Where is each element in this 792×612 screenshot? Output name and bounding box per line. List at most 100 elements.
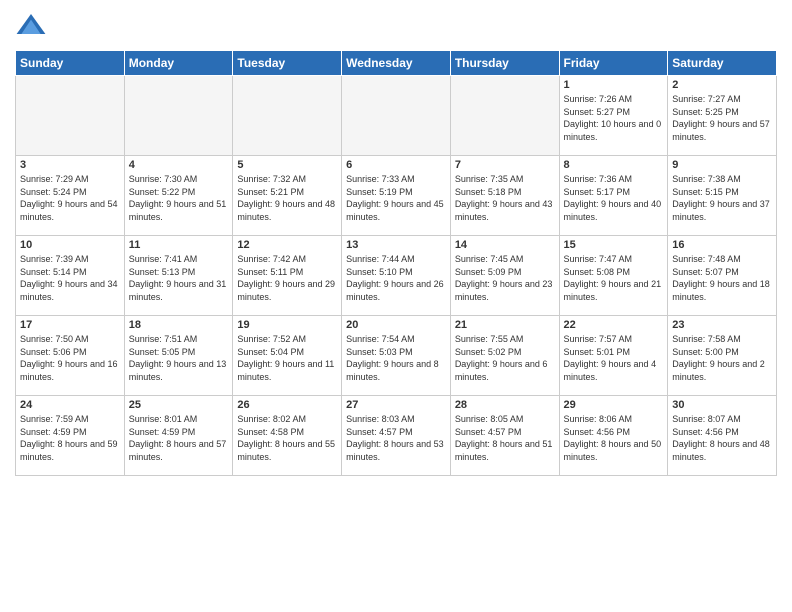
calendar-day-cell: 20 Sunrise: 7:54 AMSunset: 5:03 PMDayligh… [342, 316, 451, 396]
day-number: 27 [346, 399, 446, 411]
calendar-day-cell: 2Sunrise: 7:27 AMSunset: 5:25 PMDaylight… [668, 76, 777, 156]
calendar-day-cell: 14 Sunrise: 7:45 AMSunset: 5:09 PMDayligh… [450, 236, 559, 316]
day-info: Sunrise: 7:26 AMSunset: 5:27 PMDaylight:… [564, 93, 664, 143]
day-info: Sunrise: 7:33 AMSunset: 5:19 PMDaylight:… [346, 173, 446, 223]
day-number: 19 [237, 319, 337, 331]
logo-icon [15, 10, 47, 42]
day-info: Sunrise: 7:42 AMSunset: 5:11 PMDaylight:… [237, 253, 337, 303]
calendar-week-row: 17 Sunrise: 7:50 AMSunset: 5:06 PMDayligh… [16, 316, 777, 396]
weekday-header: Thursday [450, 51, 559, 76]
calendar-day-cell: 30 Sunrise: 8:07 AMSunset: 4:56 PMDayligh… [668, 396, 777, 476]
day-number: 10 [20, 239, 120, 251]
day-number: 24 [20, 399, 120, 411]
weekday-header: Monday [124, 51, 233, 76]
calendar-day-cell: 6 Sunrise: 7:33 AMSunset: 5:19 PMDaylight… [342, 156, 451, 236]
day-number: 17 [20, 319, 120, 331]
weekday-header: Friday [559, 51, 668, 76]
day-info: Sunrise: 8:07 AMSunset: 4:56 PMDaylight:… [672, 413, 772, 463]
day-info: Sunrise: 8:05 AMSunset: 4:57 PMDaylight:… [455, 413, 555, 463]
day-info: Sunrise: 7:35 AMSunset: 5:18 PMDaylight:… [455, 173, 555, 223]
weekday-header: Sunday [16, 51, 125, 76]
calendar-day-cell: 22Sunrise: 7:57 AMSunset: 5:01 PMDayligh… [559, 316, 668, 396]
day-number: 28 [455, 399, 555, 411]
day-info: Sunrise: 7:51 AMSunset: 5:05 PMDaylight:… [129, 333, 229, 383]
calendar-day-cell: 29 Sunrise: 8:06 AMSunset: 4:56 PMDayligh… [559, 396, 668, 476]
day-info: Sunrise: 7:48 AMSunset: 5:07 PMDaylight:… [672, 253, 772, 303]
day-info: Sunrise: 7:55 AMSunset: 5:02 PMDaylight:… [455, 333, 555, 383]
day-info: Sunrise: 7:47 AMSunset: 5:08 PMDaylight:… [564, 253, 664, 303]
day-number: 4 [129, 159, 229, 171]
day-number: 25 [129, 399, 229, 411]
day-info: Sunrise: 7:38 AMSunset: 5:15 PMDaylight:… [672, 173, 772, 223]
calendar-day-cell [124, 76, 233, 156]
day-number: 22 [564, 319, 664, 331]
day-number: 26 [237, 399, 337, 411]
day-info: Sunrise: 7:50 AMSunset: 5:06 PMDaylight:… [20, 333, 120, 383]
calendar-day-cell: 1 Sunrise: 7:26 AMSunset: 5:27 PMDaylight… [559, 76, 668, 156]
day-number: 6 [346, 159, 446, 171]
calendar-day-cell: 21 Sunrise: 7:55 AMSunset: 5:02 PMDayligh… [450, 316, 559, 396]
calendar-week-row: 3 Sunrise: 7:29 AMSunset: 5:24 PMDaylight… [16, 156, 777, 236]
calendar-header-row: SundayMondayTuesdayWednesdayThursdayFrid… [16, 51, 777, 76]
logo [15, 10, 51, 42]
day-info: Sunrise: 8:03 AMSunset: 4:57 PMDaylight:… [346, 413, 446, 463]
day-number: 29 [564, 399, 664, 411]
day-number: 1 [564, 79, 664, 91]
weekday-header: Tuesday [233, 51, 342, 76]
calendar-day-cell: 11 Sunrise: 7:41 AMSunset: 5:13 PMDayligh… [124, 236, 233, 316]
header [15, 10, 777, 42]
day-info: Sunrise: 7:29 AMSunset: 5:24 PMDaylight:… [20, 173, 120, 223]
day-number: 7 [455, 159, 555, 171]
calendar-week-row: 10Sunrise: 7:39 AMSunset: 5:14 PMDayligh… [16, 236, 777, 316]
day-number: 3 [20, 159, 120, 171]
calendar-day-cell: 17 Sunrise: 7:50 AMSunset: 5:06 PMDayligh… [16, 316, 125, 396]
calendar-day-cell: 3 Sunrise: 7:29 AMSunset: 5:24 PMDaylight… [16, 156, 125, 236]
calendar-day-cell: 10Sunrise: 7:39 AMSunset: 5:14 PMDayligh… [16, 236, 125, 316]
calendar-day-cell: 12 Sunrise: 7:42 AMSunset: 5:11 PMDayligh… [233, 236, 342, 316]
day-info: Sunrise: 7:45 AMSunset: 5:09 PMDaylight:… [455, 253, 555, 303]
day-info: Sunrise: 7:41 AMSunset: 5:13 PMDaylight:… [129, 253, 229, 303]
day-info: Sunrise: 8:01 AMSunset: 4:59 PMDaylight:… [129, 413, 229, 463]
day-number: 15 [564, 239, 664, 251]
day-info: Sunrise: 7:44 AMSunset: 5:10 PMDaylight:… [346, 253, 446, 303]
calendar-day-cell: 23 Sunrise: 7:58 AMSunset: 5:00 PMDayligh… [668, 316, 777, 396]
day-number: 2 [672, 79, 772, 91]
day-number: 23 [672, 319, 772, 331]
day-number: 5 [237, 159, 337, 171]
calendar-day-cell: 16 Sunrise: 7:48 AMSunset: 5:07 PMDayligh… [668, 236, 777, 316]
day-info: Sunrise: 7:32 AMSunset: 5:21 PMDaylight:… [237, 173, 337, 223]
calendar-day-cell [342, 76, 451, 156]
day-info: Sunrise: 7:59 AMSunset: 4:59 PMDaylight:… [20, 413, 120, 463]
calendar-day-cell: 24 Sunrise: 7:59 AMSunset: 4:59 PMDayligh… [16, 396, 125, 476]
calendar-day-cell: 7 Sunrise: 7:35 AMSunset: 5:18 PMDaylight… [450, 156, 559, 236]
calendar-day-cell: 8Sunrise: 7:36 AMSunset: 5:17 PMDaylight… [559, 156, 668, 236]
calendar-day-cell: 26 Sunrise: 8:02 AMSunset: 4:58 PMDayligh… [233, 396, 342, 476]
day-info: Sunrise: 8:02 AMSunset: 4:58 PMDaylight:… [237, 413, 337, 463]
calendar-day-cell: 13Sunrise: 7:44 AMSunset: 5:10 PMDayligh… [342, 236, 451, 316]
calendar-day-cell: 9 Sunrise: 7:38 AMSunset: 5:15 PMDaylight… [668, 156, 777, 236]
day-number: 20 [346, 319, 446, 331]
day-number: 21 [455, 319, 555, 331]
calendar-day-cell: 5 Sunrise: 7:32 AMSunset: 5:21 PMDaylight… [233, 156, 342, 236]
calendar: SundayMondayTuesdayWednesdayThursdayFrid… [15, 50, 777, 476]
day-number: 18 [129, 319, 229, 331]
day-info: Sunrise: 7:36 AMSunset: 5:17 PMDaylight:… [564, 173, 664, 223]
calendar-day-cell: 27 Sunrise: 8:03 AMSunset: 4:57 PMDayligh… [342, 396, 451, 476]
day-info: Sunrise: 7:30 AMSunset: 5:22 PMDaylight:… [129, 173, 229, 223]
day-number: 12 [237, 239, 337, 251]
calendar-day-cell [450, 76, 559, 156]
day-info: Sunrise: 8:06 AMSunset: 4:56 PMDaylight:… [564, 413, 664, 463]
day-number: 11 [129, 239, 229, 251]
calendar-day-cell: 25 Sunrise: 8:01 AMSunset: 4:59 PMDayligh… [124, 396, 233, 476]
day-info: Sunrise: 7:54 AMSunset: 5:03 PMDaylight:… [346, 333, 446, 383]
day-number: 30 [672, 399, 772, 411]
calendar-day-cell: 19 Sunrise: 7:52 AMSunset: 5:04 PMDayligh… [233, 316, 342, 396]
day-number: 14 [455, 239, 555, 251]
day-info: Sunrise: 7:58 AMSunset: 5:00 PMDaylight:… [672, 333, 772, 383]
weekday-header: Saturday [668, 51, 777, 76]
day-info: Sunrise: 7:52 AMSunset: 5:04 PMDaylight:… [237, 333, 337, 383]
calendar-day-cell: 18 Sunrise: 7:51 AMSunset: 5:05 PMDayligh… [124, 316, 233, 396]
day-number: 9 [672, 159, 772, 171]
calendar-day-cell: 15 Sunrise: 7:47 AMSunset: 5:08 PMDayligh… [559, 236, 668, 316]
day-number: 16 [672, 239, 772, 251]
